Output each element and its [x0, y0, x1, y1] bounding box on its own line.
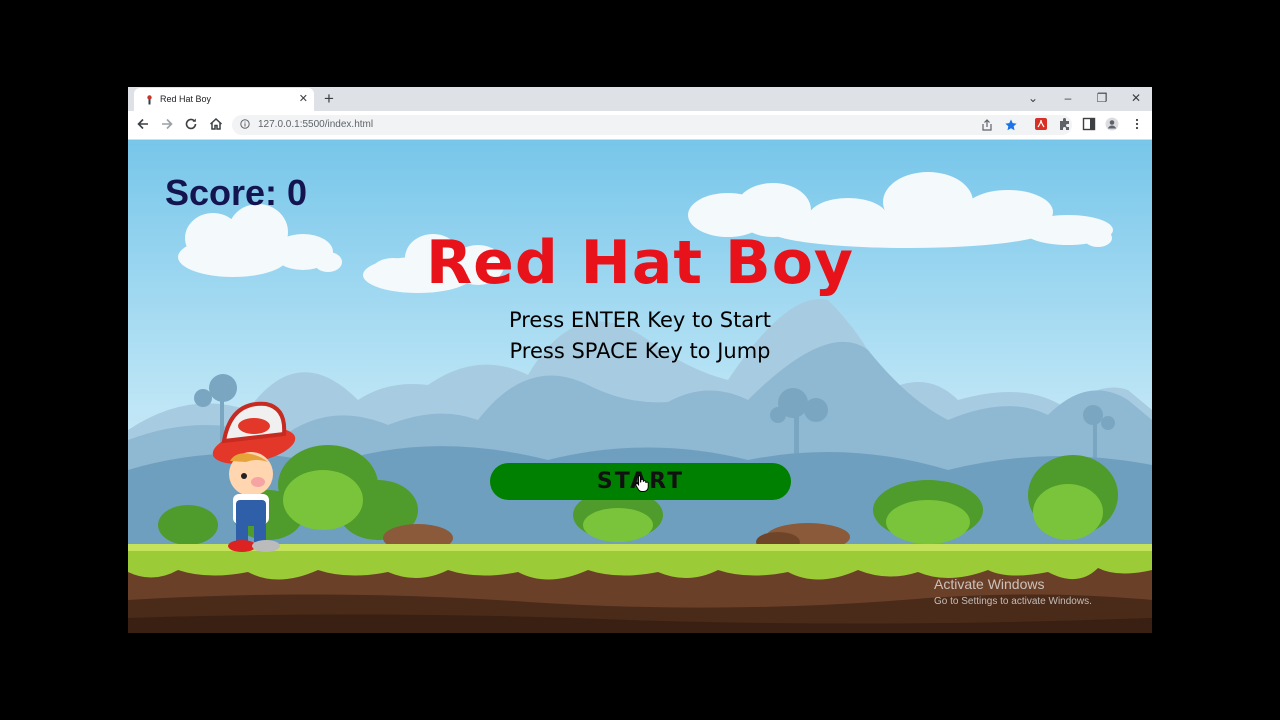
tab-strip: Red Hat Boy ✕ + ⌄ – ❐ ✕	[128, 87, 1152, 111]
activate-windows-title: Activate Windows	[934, 576, 1045, 592]
side-panel-icon[interactable]	[1082, 117, 1096, 131]
forward-icon[interactable]	[158, 115, 176, 133]
reload-icon[interactable]	[182, 115, 200, 133]
activate-windows-subtitle: Go to Settings to activate Windows.	[934, 596, 1092, 607]
new-tab-icon[interactable]: +	[324, 89, 334, 109]
browser-toolbar: 127.0.0.1:5500/index.html	[128, 111, 1152, 140]
back-icon[interactable]	[134, 115, 152, 133]
close-window-icon[interactable]: ✕	[1126, 89, 1146, 107]
extensions-icon[interactable]	[1058, 117, 1072, 131]
instruction-start: Press ENTER Key to Start	[508, 308, 772, 332]
tab-search-chevron-icon[interactable]: ⌄	[1023, 89, 1043, 107]
address-bar[interactable]: 127.0.0.1:5500/index.html	[232, 115, 1072, 135]
menu-icon[interactable]	[1130, 117, 1144, 131]
bookmark-star-icon[interactable]	[1004, 118, 1018, 132]
instruction-jump: Press SPACE Key to Jump	[509, 339, 771, 363]
red-hat-boy-character	[212, 401, 296, 552]
url-text[interactable]: 127.0.0.1:5500/index.html	[258, 119, 373, 130]
game-favicon-icon	[147, 95, 152, 105]
minimize-icon[interactable]: –	[1058, 89, 1078, 107]
pdf-extension-icon[interactable]	[1034, 117, 1048, 131]
score-display: Score: 0	[165, 172, 308, 213]
tab-close-icon[interactable]: ✕	[299, 92, 308, 106]
tab-red-hat-boy[interactable]: Red Hat Boy ✕	[134, 88, 314, 111]
share-icon[interactable]	[980, 118, 994, 132]
hand-cursor-icon	[635, 475, 649, 492]
info-icon[interactable]	[240, 119, 250, 129]
game-title: Red Hat Boy	[425, 228, 855, 298]
profile-icon[interactable]	[1105, 117, 1119, 131]
home-icon[interactable]	[207, 115, 225, 133]
tab-title: Red Hat Boy	[160, 94, 212, 104]
restore-icon[interactable]: ❐	[1092, 89, 1112, 107]
browser-window: Red Hat Boy ✕ + ⌄ – ❐ ✕ 127.0.0.1:5500/i…	[128, 87, 1152, 633]
game-canvas[interactable]: Score: 0 Red Hat Boy Press ENTER Key to …	[128, 140, 1152, 633]
